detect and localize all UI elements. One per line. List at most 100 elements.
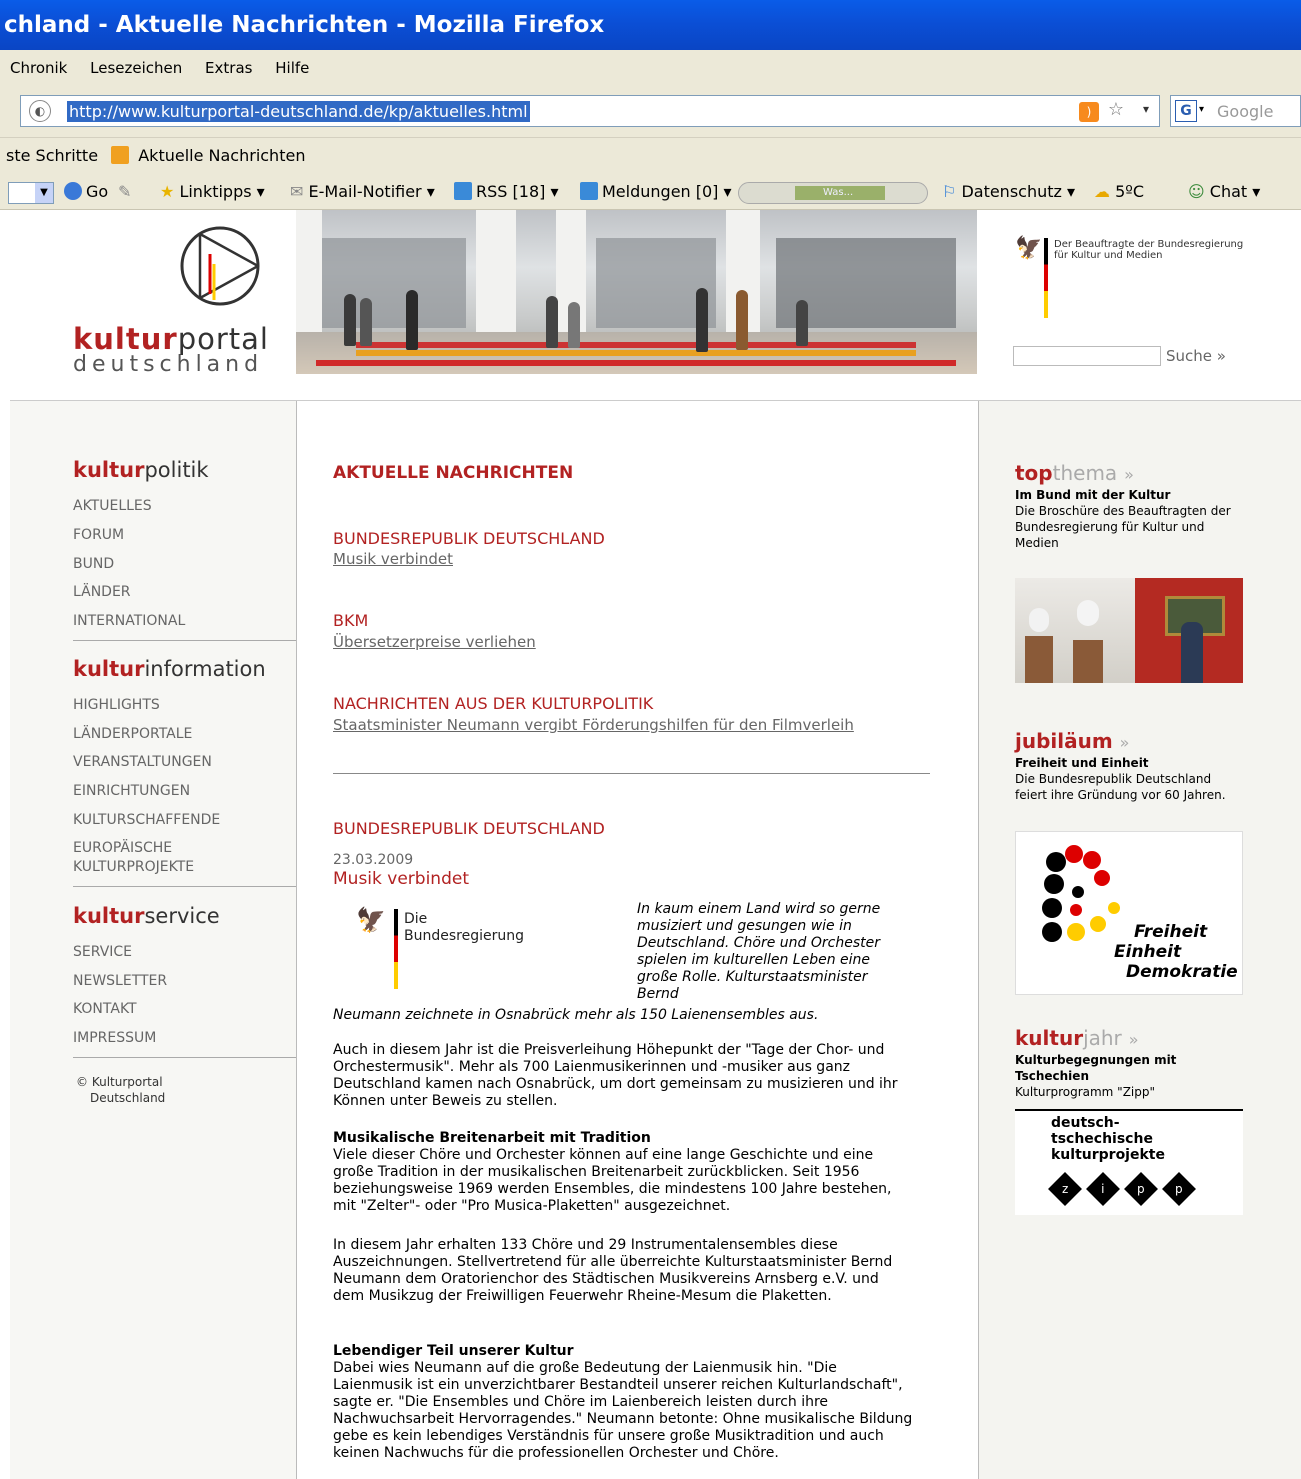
bookmark-aktuelle-nachrichten[interactable]: Aktuelle Nachrichten (138, 146, 305, 165)
nav-item-international[interactable]: INTERNATIONAL (73, 612, 185, 630)
page-title: AKTUELLE NACHRICHTEN (333, 463, 574, 483)
live-bookmark-icon (111, 146, 130, 164)
kulturjahr-subtitle: Kulturbegegnungen mit Tschechien (1015, 1053, 1177, 1083)
kulturjahr-heading[interactable]: kulturjahr » (1015, 1026, 1139, 1050)
nav-item-laender[interactable]: LÄNDER (73, 583, 131, 601)
kulturportal-logo-icon (180, 226, 260, 306)
news-category: NACHRICHTEN AUS DER KULTURPOLITIK (333, 694, 654, 713)
kulturjahr-image[interactable]: deutsch- tschechische kulturprojekte z i… (1015, 1109, 1243, 1215)
menu-extras[interactable]: Extras (205, 59, 252, 77)
zipp-diamond: i (1086, 1172, 1120, 1206)
browser-search-box[interactable]: G ▾ Google (1170, 95, 1301, 127)
address-bar[interactable]: ◐ http://www.kulturportal-deutschland.de… (20, 95, 1160, 127)
topthema-heading[interactable]: topthema » (1015, 461, 1134, 485)
edit-icon[interactable]: ✎ (118, 174, 131, 210)
article-date: 23.03.2009 (333, 852, 414, 868)
site-logo-subtext: deutschland (73, 352, 264, 377)
jubilaeum-text: Die Bundesrepublik Deutschland feiert ih… (1015, 772, 1226, 802)
navigation-toolbar: ◐ http://www.kulturportal-deutschland.de… (0, 86, 1301, 138)
news-link[interactable]: Übersetzerpreise verliehen (333, 633, 536, 651)
window-title: chland - Aktuelle Nachrichten - Mozilla … (0, 0, 1301, 50)
site-logo-text[interactable]: kulturportal (73, 322, 269, 356)
go-button[interactable]: Go (64, 174, 108, 210)
site-search-button[interactable]: Suche » (1166, 347, 1226, 365)
search-placeholder[interactable]: Google (1217, 102, 1273, 121)
nav-item-bund[interactable]: BUND (73, 555, 114, 573)
jubilaeum-image-text: Freiheit Einheit Demokratie (1114, 922, 1238, 982)
zipp-diamond: p (1124, 1172, 1158, 1206)
article-paragraph: In diesem Jahr erhalten 133 Chöre und 29… (333, 1237, 893, 1304)
news-category: BKM (333, 611, 369, 630)
nav-item-impressum[interactable]: IMPRESSUM (73, 1029, 156, 1047)
globe-icon (64, 182, 82, 200)
chat-icon: ☺ (1188, 182, 1205, 201)
article-subheading: Lebendiger Teil unserer Kultur (333, 1343, 574, 1359)
topthema-text: Die Broschüre des Beauftragten der Bunde… (1015, 504, 1231, 550)
media-player[interactable]: Was... (738, 182, 928, 204)
menu-lesezeichen[interactable]: Lesezeichen (90, 59, 182, 77)
bkm-logo-text[interactable]: Der Beauftragte der Bundesregierung für … (1054, 239, 1254, 261)
menu-chronik[interactable]: Chronik (10, 59, 67, 77)
menu-bar: Chronik Lesezeichen Extras Hilfe (0, 50, 1301, 86)
menu-hilfe[interactable]: Hilfe (275, 59, 309, 77)
shield-icon: ⚐ (942, 182, 957, 201)
addon-toolbar: ▼ Go ✎ ★ Linktipps ▾ ✉ E-Mail-Notifier ▾… (0, 174, 1301, 210)
news-icon (580, 182, 598, 200)
jubilaeum-image[interactable]: Freiheit Einheit Demokratie (1015, 831, 1243, 995)
search-engine-dropdown-icon[interactable]: ▾ (1199, 104, 1204, 115)
bookmarks-toolbar: ste Schritte Aktuelle Nachrichten (0, 138, 1301, 174)
article-paragraph: Viele dieser Chöre und Orchester können … (333, 1147, 892, 1214)
player-track[interactable]: Was... (795, 186, 885, 200)
german-flag-bar (1044, 238, 1048, 318)
meldungen-button[interactable]: Meldungen [0] ▾ (580, 174, 732, 210)
zipp-diamond: p (1162, 1172, 1196, 1206)
nav-item-newsletter[interactable]: NEWSLETTER (73, 972, 167, 990)
email-notifier-button[interactable]: ✉ E-Mail-Notifier ▾ (290, 174, 435, 210)
rss-button[interactable]: RSS [18] ▾ (454, 174, 558, 210)
datenschutz-button[interactable]: ⚐ Datenschutz ▾ (942, 174, 1075, 210)
nav-heading-kulturpolitik: kulturpolitik (73, 458, 209, 482)
header-banner-image (296, 210, 977, 374)
jubilaeum-subtitle: Freiheit und Einheit (1015, 756, 1149, 770)
google-icon[interactable]: G (1175, 100, 1197, 122)
article-headline: Musik verbindet (333, 869, 469, 889)
chat-button[interactable]: ☺ Chat ▾ (1188, 174, 1260, 210)
nav-item-kulturschaffende[interactable]: KULTURSCHAFFENDE (73, 811, 220, 829)
article-paragraph: Auch in diesem Jahr ist die Preisverleih… (333, 1042, 898, 1109)
url-dropdown-icon[interactable]: ▾ (1143, 102, 1149, 116)
article-category: BUNDESREPUBLIK DEUTSCHLAND (333, 819, 605, 838)
bookmark-star-icon[interactable]: ☆ (1108, 99, 1124, 120)
german-flag-bar (394, 909, 398, 989)
nav-item-veranstaltungen[interactable]: VERANSTALTUNGEN (73, 753, 212, 771)
article-teaser-end: Neumann zeichnete in Osnabrück mehr als … (333, 1007, 819, 1023)
nav-item-aktuelles[interactable]: AKTUELLES (73, 497, 152, 515)
news-link[interactable]: Musik verbindet (333, 550, 453, 568)
topthema-image[interactable] (1015, 578, 1243, 683)
nav-heading-kulturinformation: kulturinformation (73, 657, 266, 681)
nav-item-kulturprojekte[interactable]: KULTURPROJEKTE (73, 858, 194, 876)
nav-item-europaeische[interactable]: EUROPÄISCHE (73, 839, 172, 857)
site-identity-icon[interactable]: ◐ (29, 100, 51, 122)
url-text[interactable]: http://www.kulturportal-deutschland.de/k… (67, 101, 530, 122)
nav-item-highlights[interactable]: HIGHLIGHTS (73, 696, 160, 714)
weather-button[interactable]: ☁ 5ºC (1094, 174, 1144, 210)
toolbar-search-dropdown[interactable]: ▼ (8, 182, 54, 204)
star-icon: ★ (160, 182, 175, 201)
kulturjahr-text: Kulturprogramm "Zipp" (1015, 1085, 1156, 1099)
nav-item-forum[interactable]: FORUM (73, 526, 124, 544)
rss-feed-icon[interactable]: ) (1079, 102, 1099, 122)
federal-eagle-icon: 🦅 (1015, 236, 1043, 261)
chevron-down-icon[interactable]: ▼ (35, 183, 53, 203)
bookmark-erste-schritte[interactable]: ste Schritte (6, 146, 98, 165)
nav-item-service[interactable]: SERVICE (73, 943, 132, 961)
site-search-input[interactable] (1013, 346, 1161, 366)
nav-item-einrichtungen[interactable]: EINRICHTUNGEN (73, 782, 190, 800)
kulturjahr-image-text: deutsch- tschechische kulturprojekte (1051, 1115, 1165, 1163)
topthema-subtitle: Im Bund mit der Kultur (1015, 488, 1171, 502)
news-link[interactable]: Staatsminister Neumann vergibt Förderung… (333, 716, 854, 734)
nav-item-kontakt[interactable]: KONTAKT (73, 1000, 137, 1018)
linktipps-button[interactable]: ★ Linktipps ▾ (160, 174, 265, 210)
jubilaeum-heading[interactable]: jubiläum » (1015, 729, 1129, 753)
nav-item-laenderportale[interactable]: LÄNDERPORTALE (73, 725, 192, 743)
nav-heading-kulturservice: kulturservice (73, 904, 220, 928)
